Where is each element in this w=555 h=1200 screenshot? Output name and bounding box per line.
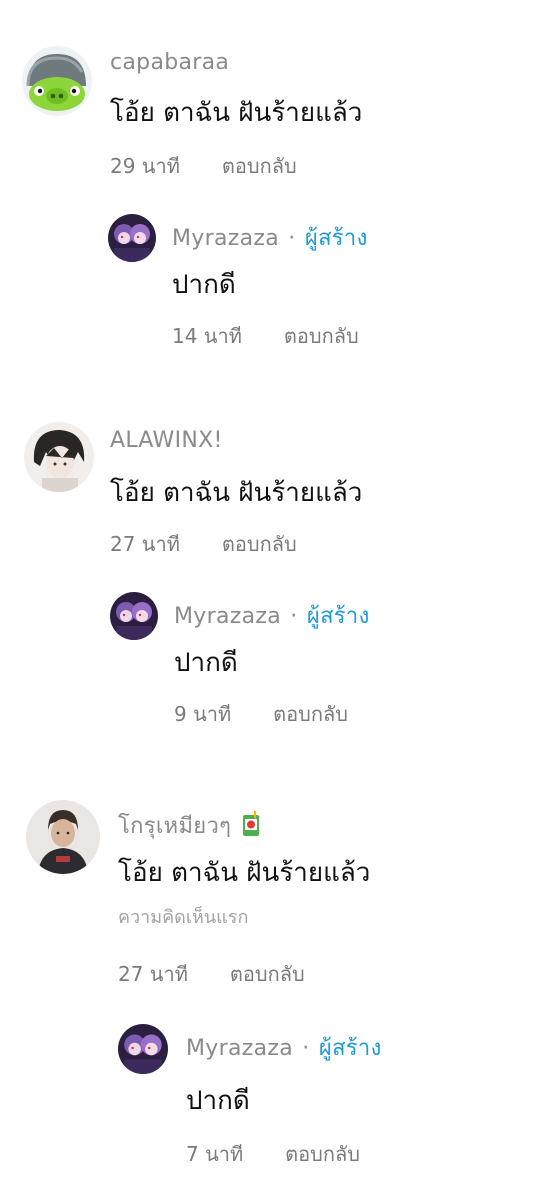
- comment-username: โกรุเหมียวๆ: [118, 808, 262, 843]
- creator-name[interactable]: Myrazaza: [172, 226, 279, 251]
- reply-meta: 14 นาที ตอบกลับ: [172, 320, 359, 352]
- creator-avatar[interactable]: [110, 592, 158, 640]
- creator-name[interactable]: Myrazaza: [186, 1036, 293, 1061]
- reply-button[interactable]: ตอบกลับ: [284, 324, 359, 348]
- separator-dot: ·: [302, 1036, 310, 1061]
- user-avatar[interactable]: [22, 46, 92, 116]
- green-pig-helmet-avatar: [22, 46, 92, 116]
- reply-button[interactable]: ตอบกลับ: [222, 532, 297, 556]
- creator-avatar[interactable]: [118, 1024, 168, 1074]
- reply-text: ปากดี: [172, 270, 236, 300]
- comment-meta: 27 นาที ตอบกลับ: [118, 958, 305, 990]
- reply-time: 9 นาที: [174, 702, 232, 726]
- username-text[interactable]: โกรุเหมียวๆ: [118, 814, 231, 839]
- comment-text: โอ้ย ตาฉัน ฝันร้ายแล้ว: [110, 98, 363, 128]
- reply-username: Myrazaza · ผู้สร้าง: [172, 220, 368, 255]
- comment-text: โอ้ย ตาฉัน ฝันร้ายแล้ว: [118, 858, 371, 888]
- anime-girls-avatar: [110, 592, 158, 640]
- user-avatar[interactable]: [26, 800, 100, 874]
- comment-time: 27 นาที: [118, 962, 188, 986]
- reply-time: 7 นาที: [186, 1142, 244, 1166]
- user-avatar[interactable]: [24, 422, 94, 492]
- reply-time: 14 นาที: [172, 324, 242, 348]
- creator-badge: ผู้สร้าง: [318, 1036, 382, 1061]
- reply-button[interactable]: ตอบกลับ: [230, 962, 305, 986]
- comment-username[interactable]: capabaraa: [110, 50, 229, 75]
- juice-box-icon: [242, 811, 262, 843]
- separator-dot: ·: [288, 226, 296, 251]
- person-photo-avatar: [26, 800, 100, 874]
- comment-text: โอ้ย ตาฉัน ฝันร้ายแล้ว: [110, 478, 363, 508]
- comment-meta: 29 นาที ตอบกลับ: [110, 150, 297, 182]
- comment-time: 29 นาที: [110, 154, 180, 178]
- anime-boy-avatar: [24, 422, 94, 492]
- reply-username: Myrazaza · ผู้สร้าง: [186, 1030, 382, 1065]
- reply-text: ปากดี: [186, 1086, 250, 1116]
- reply-username: Myrazaza · ผู้สร้าง: [174, 598, 370, 633]
- anime-girls-avatar: [108, 214, 156, 262]
- reply-button[interactable]: ตอบกลับ: [222, 154, 297, 178]
- reply-text: ปากดี: [174, 648, 238, 678]
- reply-meta: 7 นาที ตอบกลับ: [186, 1138, 360, 1170]
- first-comment-badge: ความคิดเห็นแรก: [118, 907, 249, 928]
- reply-button[interactable]: ตอบกลับ: [285, 1142, 360, 1166]
- anime-girls-avatar: [118, 1024, 168, 1074]
- creator-badge: ผู้สร้าง: [306, 604, 370, 629]
- creator-badge: ผู้สร้าง: [304, 226, 368, 251]
- creator-avatar[interactable]: [108, 214, 156, 262]
- comment-time: 27 นาที: [110, 532, 180, 556]
- separator-dot: ·: [290, 604, 298, 629]
- reply-meta: 9 นาที ตอบกลับ: [174, 698, 348, 730]
- creator-name[interactable]: Myrazaza: [174, 604, 281, 629]
- comment-username[interactable]: ALAWINX!: [110, 428, 223, 453]
- comment-meta: 27 นาที ตอบกลับ: [110, 528, 297, 560]
- reply-button[interactable]: ตอบกลับ: [273, 702, 348, 726]
